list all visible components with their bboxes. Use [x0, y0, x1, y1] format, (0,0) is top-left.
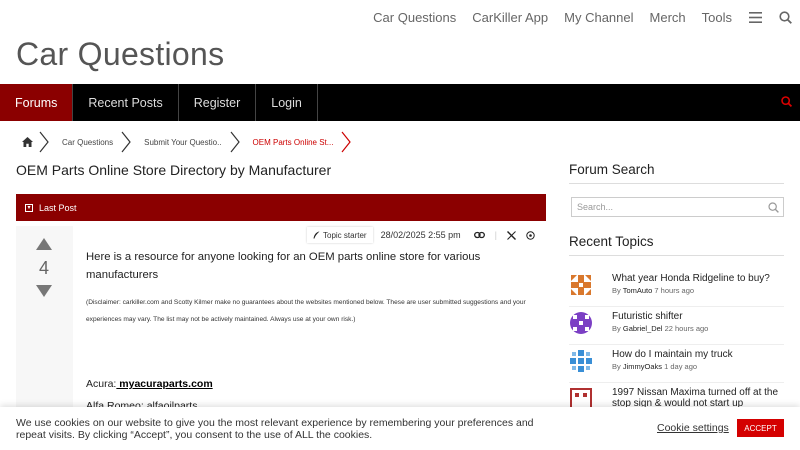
breadcrumb: Car Questions Submit Your Questio.. OEM …	[16, 130, 364, 154]
topic-author[interactable]: TomAuto	[623, 286, 653, 295]
chevron-right-icon	[121, 130, 133, 154]
post-meta: Topic starter 28/02/2025 2:55 pm |	[307, 226, 540, 244]
vote-count: 4	[38, 258, 49, 278]
chevron-right-icon	[230, 130, 242, 154]
topic-author[interactable]: Gabriel_Del	[623, 324, 663, 333]
accept-cookies-button[interactable]: ACCEPT	[737, 419, 784, 437]
link-icon[interactable]	[473, 231, 485, 239]
x-share-icon[interactable]	[507, 230, 516, 240]
site-title[interactable]: Car Questions	[16, 36, 224, 73]
user-avatar	[570, 312, 592, 334]
post-text: Here is a resource for anyone looking fo…	[86, 251, 481, 281]
user-avatar	[570, 350, 592, 372]
chevron-right-icon	[39, 130, 51, 154]
topic-title[interactable]: What year Honda Ridgeline to buy?	[612, 273, 784, 284]
post-disclaimer: (Disclaimer: carkiller.com and Scotty Ki…	[86, 299, 526, 323]
topic-starter-badge: Topic starter	[307, 227, 373, 243]
breadcrumb-car-questions[interactable]: Car Questions	[62, 130, 144, 154]
topic-time: 7 hours ago	[654, 286, 695, 295]
cookie-settings-link[interactable]: Cookie settings	[657, 422, 729, 434]
topic-time: 22 hours ago	[664, 324, 709, 333]
post-date: 28/02/2025 2:55 pm	[380, 230, 461, 240]
topic-meta: By Gabriel_Del 22 hours ago	[612, 324, 708, 333]
search-placeholder: Search...	[577, 202, 614, 212]
thread-title: OEM Parts Online Store Directory by Manu…	[16, 162, 332, 178]
topic-title[interactable]: 1997 Nissan Maxima turned off at the sto…	[612, 387, 784, 409]
arrow-down-icon: ▾	[25, 203, 33, 212]
nav-login[interactable]: Login	[256, 84, 318, 121]
nav-forums[interactable]: Forums	[0, 84, 74, 121]
breadcrumb-label[interactable]: Submit Your Questio..	[144, 138, 221, 147]
acura-label: Acura:	[86, 378, 117, 390]
top-navigation: Car Questions CarKiller App My Channel M…	[0, 0, 800, 34]
topic-title[interactable]: How do I maintain my truck	[612, 349, 784, 360]
badge-label: Topic starter	[323, 230, 367, 240]
feather-icon	[313, 231, 320, 239]
topnav-tools[interactable]: Tools	[702, 10, 732, 25]
last-post-bar[interactable]: ▾ Last Post	[16, 194, 546, 221]
recent-topic-item[interactable]: Futuristic shifter By Gabriel_Del 22 hou…	[569, 309, 784, 345]
meta-divider: |	[494, 230, 497, 240]
upvote-icon[interactable]	[36, 238, 52, 250]
nav-register[interactable]: Register	[179, 84, 257, 121]
topic-author[interactable]: JimmyOaks	[623, 362, 662, 371]
by-label: By	[612, 286, 621, 295]
recent-topic-item[interactable]: What year Honda Ridgeline to buy? By Tom…	[569, 271, 784, 307]
topic-meta: By TomAuto 7 hours ago	[612, 286, 694, 295]
topic-meta: By JimmyOaks 1 day ago	[612, 362, 697, 371]
search-icon[interactable]	[781, 94, 793, 112]
last-post-label[interactable]: Last Post	[39, 203, 77, 213]
topic-title[interactable]: Futuristic shifter	[612, 311, 784, 322]
recent-topic-item[interactable]: How do I maintain my truck By JimmyOaks …	[569, 347, 784, 383]
topnav-car-questions[interactable]: Car Questions	[373, 10, 456, 25]
acura-link[interactable]: myacuraparts.com	[116, 378, 212, 390]
main-navigation: Forums Recent Posts Register Login	[0, 84, 800, 121]
breadcrumb-current: OEM Parts Online St...	[253, 130, 365, 154]
chevron-right-icon	[341, 130, 353, 154]
whatsapp-icon[interactable]	[526, 230, 535, 240]
cookie-banner: We use cookies on our website to give yo…	[0, 407, 800, 450]
breadcrumb-label: OEM Parts Online St...	[252, 137, 334, 147]
cookie-message: We use cookies on our website to give yo…	[16, 417, 534, 441]
forum-search-title: Forum Search	[569, 162, 784, 184]
by-label: By	[612, 362, 621, 371]
topnav-carkiller-app[interactable]: CarKiller App	[472, 10, 548, 25]
breadcrumb-home[interactable]	[16, 130, 62, 154]
breadcrumb-submit-question[interactable]: Submit Your Questio..	[144, 130, 252, 154]
forum-search-input[interactable]: Search...	[571, 197, 784, 217]
menu-icon[interactable]	[748, 10, 762, 24]
home-icon[interactable]	[22, 137, 33, 147]
by-label: By	[612, 324, 621, 333]
topic-time: 1 day ago	[664, 362, 698, 371]
downvote-icon[interactable]	[36, 285, 52, 297]
topnav-merch[interactable]: Merch	[650, 10, 686, 25]
recent-topics-title: Recent Topics	[569, 234, 784, 256]
nav-recent-posts[interactable]: Recent Posts	[73, 84, 179, 121]
search-icon[interactable]	[768, 202, 779, 215]
search-icon[interactable]	[778, 10, 792, 24]
user-avatar	[571, 275, 591, 295]
breadcrumb-label[interactable]: Car Questions	[62, 138, 113, 147]
topnav-my-channel[interactable]: My Channel	[564, 10, 633, 25]
acura-line: Acura: myacuraparts.com	[86, 378, 213, 390]
